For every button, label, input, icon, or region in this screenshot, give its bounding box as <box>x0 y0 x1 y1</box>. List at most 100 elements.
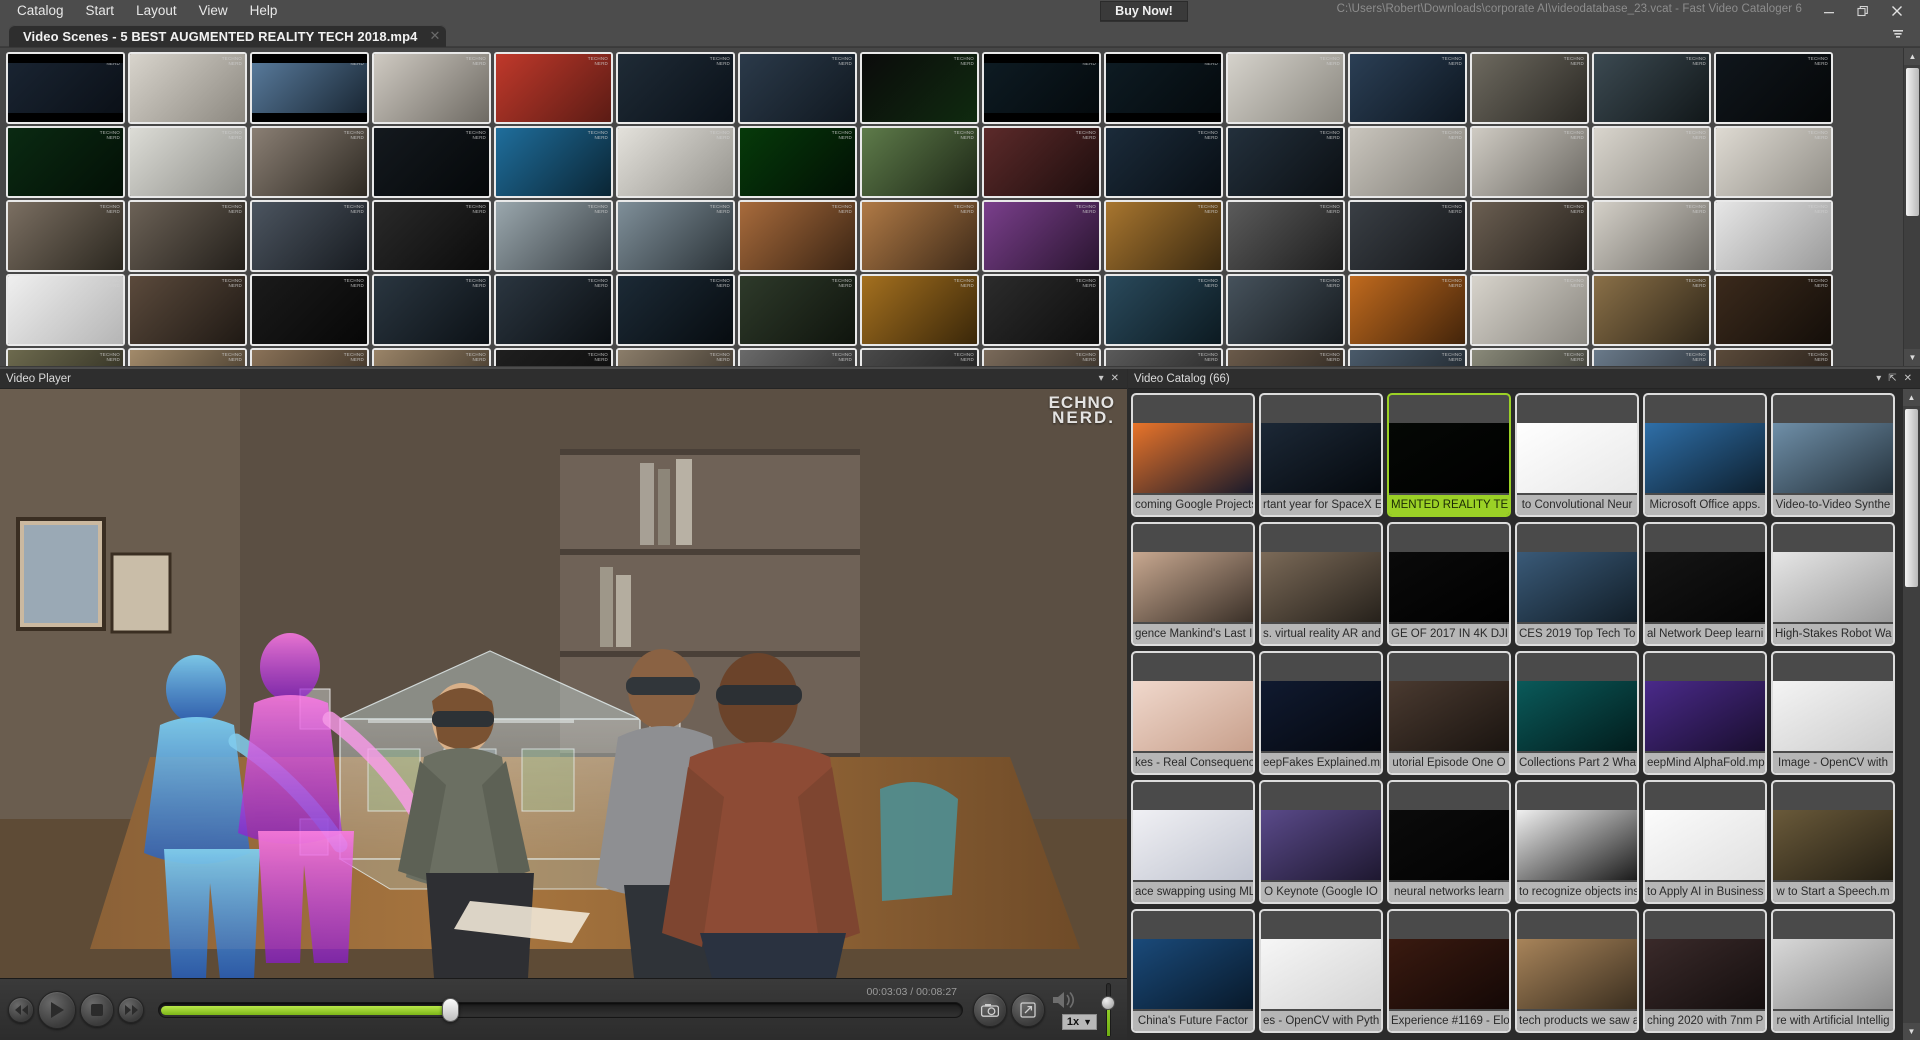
scene-thumbnail[interactable]: TECHNO NERD <box>738 200 857 272</box>
scene-thumbnail[interactable]: TECHNO NERD <box>1592 348 1711 366</box>
scene-thumbnail[interactable]: TECHNO NERD <box>6 52 125 124</box>
catalog-card[interactable]: Microsoft Office apps. <box>1643 393 1767 517</box>
scene-thumbnail[interactable]: TECHNO NERD <box>1348 348 1467 366</box>
scene-thumbnail[interactable]: TECHNO NERD <box>738 52 857 124</box>
tab-close-icon[interactable]: ✕ <box>429 29 440 42</box>
scene-thumbnail[interactable]: TECHNO NERD <box>1104 348 1223 366</box>
catalog-card[interactable]: eepFakes Explained.mp <box>1259 651 1383 775</box>
catalog-card[interactable]: utorial Episode One O <box>1387 651 1511 775</box>
scene-thumbnail[interactable]: TECHNO NERD <box>860 52 979 124</box>
scene-thumbnail[interactable]: TECHNO NERD <box>6 274 125 346</box>
scene-thumbnail[interactable]: TECHNO NERD <box>250 348 369 366</box>
close-icon[interactable] <box>1880 0 1914 22</box>
tab-video-scenes[interactable]: Video Scenes - 5 BEST AUGMENTED REALITY … <box>9 25 447 47</box>
scene-thumbnail[interactable]: TECHNO NERD <box>494 126 613 198</box>
catalog-card[interactable]: w to Start a Speech.m <box>1771 780 1895 904</box>
catalog-card[interactable]: China's Future Factor <box>1131 909 1255 1033</box>
catalog-card[interactable]: Image - OpenCV with <box>1771 651 1895 775</box>
scene-thumbnail[interactable]: TECHNO NERD <box>1104 200 1223 272</box>
scene-thumbnail[interactable]: TECHNO NERD <box>1592 200 1711 272</box>
scene-thumbnail[interactable]: TECHNO NERD <box>1714 348 1833 366</box>
scene-thumbnail[interactable]: TECHNO NERD <box>982 348 1101 366</box>
seek-area[interactable]: 00:03:03 / 00:08:27 <box>158 986 963 1030</box>
scene-thumbnail[interactable]: TECHNO NERD <box>1348 126 1467 198</box>
scene-thumbnail[interactable]: TECHNO NERD <box>1348 200 1467 272</box>
scene-thumbnail[interactable]: TECHNO NERD <box>1226 348 1345 366</box>
scene-thumbnail[interactable]: TECHNO NERD <box>982 200 1101 272</box>
scene-thumbnail[interactable]: TECHNO NERD <box>1714 126 1833 198</box>
catalog-card[interactable]: GE OF 2017 IN 4K DJI <box>1387 522 1511 646</box>
scene-thumbnail[interactable]: TECHNO NERD <box>128 274 247 346</box>
fast-forward-button[interactable] <box>118 996 144 1023</box>
scene-thumbnail[interactable]: TECHNO NERD <box>1104 274 1223 346</box>
catalog-scrollbar[interactable]: ▲ ▼ <box>1903 389 1920 1040</box>
scene-thumbnail[interactable]: TECHNO NERD <box>1470 274 1589 346</box>
volume-handle[interactable] <box>1101 996 1115 1011</box>
video-display[interactable]: ECHNO NERD. <box>0 389 1127 978</box>
scene-thumbnail[interactable]: TECHNO NERD <box>128 200 247 272</box>
scene-thumbnail[interactable]: TECHNO NERD <box>128 348 247 366</box>
catalog-card[interactable]: Collections Part 2 Wha <box>1515 651 1639 775</box>
scene-thumbnail[interactable]: TECHNO NERD <box>1226 274 1345 346</box>
seek-handle[interactable] <box>441 997 459 1022</box>
playback-speed-select[interactable]: 1x ▼ <box>1061 1013 1097 1030</box>
scene-thumbnail[interactable]: TECHNO NERD <box>1104 52 1223 124</box>
player-close-icon[interactable]: ✕ <box>1111 373 1119 384</box>
scene-thumbnail[interactable]: TECHNO NERD <box>738 126 857 198</box>
catalog-card[interactable]: es - OpenCV with Pyth <box>1259 909 1383 1033</box>
catalog-card[interactable]: to Apply AI in Business <box>1643 780 1767 904</box>
scenes-scroll-up-icon[interactable]: ▲ <box>1904 48 1920 65</box>
menu-item-catalog[interactable]: Catalog <box>6 1 75 21</box>
scene-thumbnail[interactable]: TECHNO NERD <box>860 274 979 346</box>
catalog-card[interactable]: MENTED REALITY TE <box>1387 393 1511 517</box>
scene-thumbnail[interactable]: TECHNO NERD <box>494 348 613 366</box>
scene-thumbnail[interactable]: TECHNO NERD <box>860 200 979 272</box>
scene-thumbnail[interactable]: TECHNO NERD <box>860 348 979 366</box>
catalog-card[interactable]: eepMind AlphaFold.mp <box>1643 651 1767 775</box>
catalog-card[interactable]: CES 2019 Top Tech To <box>1515 522 1639 646</box>
player-collapse-icon[interactable]: ▾ <box>1099 373 1104 384</box>
scenes-scroll-thumb[interactable] <box>1906 68 1919 216</box>
scene-thumbnail[interactable]: TECHNO NERD <box>250 200 369 272</box>
catalog-card[interactable]: ace swapping using ML <box>1131 780 1255 904</box>
scene-thumbnail[interactable]: TECHNO NERD <box>616 200 735 272</box>
scene-thumbnail[interactable]: TECHNO NERD <box>372 126 491 198</box>
buy-now-button[interactable]: Buy Now! <box>1100 1 1188 21</box>
scene-thumbnail[interactable]: TECHNO NERD <box>738 348 857 366</box>
mute-icon[interactable] <box>1051 989 1077 1016</box>
scenes-scrollbar[interactable]: ▲ ▼ <box>1903 48 1920 366</box>
scene-thumbnail[interactable]: TECHNO NERD <box>372 200 491 272</box>
scene-thumbnail[interactable]: TECHNO NERD <box>1348 52 1467 124</box>
catalog-card[interactable]: coming Google Projects <box>1131 393 1255 517</box>
catalog-card[interactable]: Experience #1169 - Elo <box>1387 909 1511 1033</box>
scene-thumbnail[interactable]: TECHNO NERD <box>250 52 369 124</box>
scene-thumbnail[interactable]: TECHNO NERD <box>128 126 247 198</box>
scene-thumbnail[interactable]: TECHNO NERD <box>982 274 1101 346</box>
scene-thumbnail[interactable]: TECHNO NERD <box>616 348 735 366</box>
catalog-scroll-down-icon[interactable]: ▼ <box>1903 1023 1920 1040</box>
scene-thumbnail[interactable]: TECHNO NERD <box>6 126 125 198</box>
restore-icon[interactable] <box>1846 0 1880 22</box>
catalog-card[interactable]: O Keynote (Google IO <box>1259 780 1383 904</box>
scene-thumbnail[interactable]: TECHNO NERD <box>250 126 369 198</box>
scene-thumbnail[interactable]: TECHNO NERD <box>1592 126 1711 198</box>
seek-track[interactable] <box>158 1001 963 1018</box>
scene-thumbnail[interactable]: TECHNO NERD <box>1348 274 1467 346</box>
catalog-pin-icon[interactable]: ⇱ <box>1888 373 1896 384</box>
scene-thumbnail[interactable]: TECHNO NERD <box>372 52 491 124</box>
catalog-card[interactable]: to Convolutional Neur <box>1515 393 1639 517</box>
catalog-card[interactable]: kes - Real Consequenc <box>1131 651 1255 775</box>
catalog-card[interactable]: re with Artificial Intellig <box>1771 909 1895 1033</box>
scene-thumbnail[interactable]: TECHNO NERD <box>616 52 735 124</box>
scene-thumbnail[interactable]: TECHNO NERD <box>1714 274 1833 346</box>
stop-button[interactable] <box>80 992 114 1027</box>
catalog-card[interactable]: Video-to-Video Synthe <box>1771 393 1895 517</box>
scene-thumbnail[interactable]: TECHNO NERD <box>372 348 491 366</box>
scene-thumbnail[interactable]: TECHNO NERD <box>6 200 125 272</box>
minimize-icon[interactable] <box>1812 0 1846 22</box>
scenes-scroll-down-icon[interactable]: ▼ <box>1904 349 1920 366</box>
rewind-button[interactable] <box>8 996 34 1023</box>
scene-thumbnail[interactable]: TECHNO NERD <box>1714 52 1833 124</box>
catalog-close-icon[interactable]: ✕ <box>1904 373 1912 384</box>
scene-thumbnail[interactable]: TECHNO NERD <box>982 52 1101 124</box>
